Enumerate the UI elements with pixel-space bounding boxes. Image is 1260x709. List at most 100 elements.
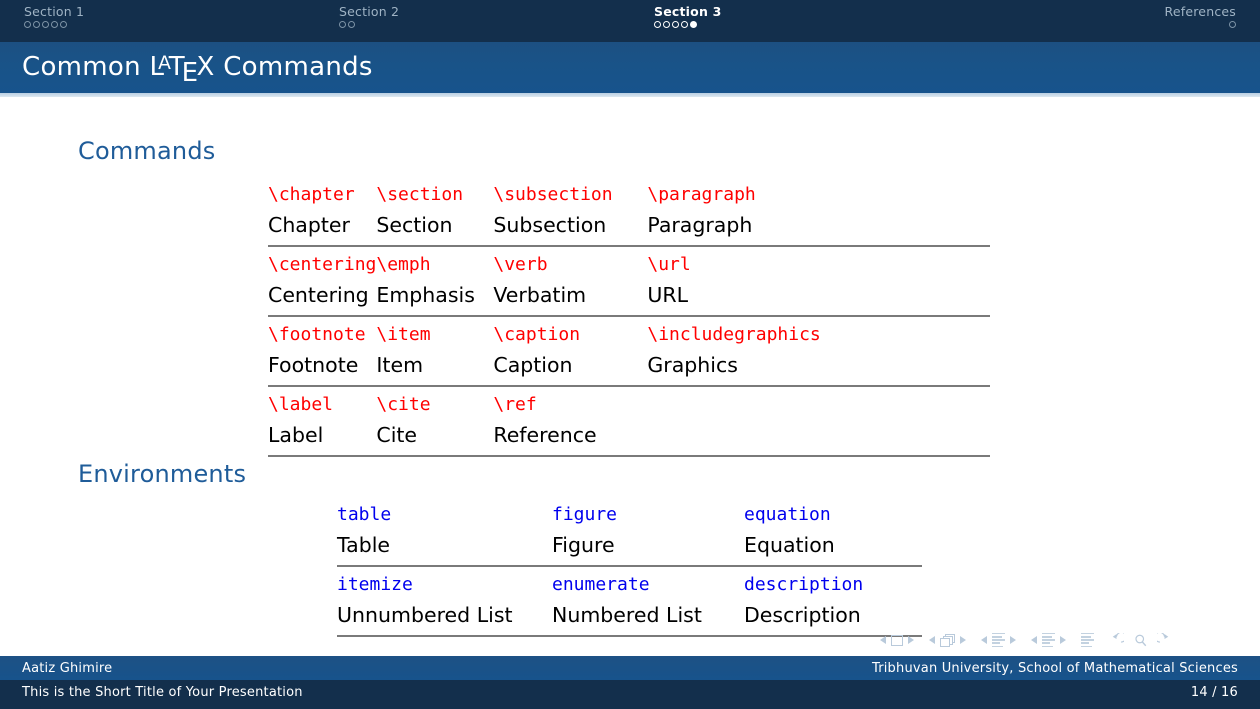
presentation-icon[interactable] xyxy=(1081,632,1094,648)
nav-section-1-slide-dots[interactable] xyxy=(24,21,315,28)
command-description: Emphasis xyxy=(376,283,475,307)
commands-block-heading: Commands xyxy=(78,137,216,165)
nav-section-references-label: References xyxy=(1164,4,1236,19)
previous-section-icon[interactable] xyxy=(1031,636,1037,644)
table-row: Unnumbered List Numbered List Descriptio… xyxy=(337,600,922,636)
previous-subsection-icon[interactable] xyxy=(981,636,987,644)
command-name: \label xyxy=(268,394,334,415)
slide-navigation-group[interactable] xyxy=(880,634,914,646)
command-description: Item xyxy=(376,353,424,377)
table-row: \label \cite \ref xyxy=(268,387,990,420)
next-section-icon[interactable] xyxy=(1060,636,1066,644)
slide-dot[interactable] xyxy=(663,21,670,28)
nav-section-2-label: Section 2 xyxy=(339,4,400,19)
previous-frame-icon[interactable] xyxy=(929,636,935,644)
subsection-navigation-group[interactable] xyxy=(981,632,1016,648)
nav-section-3[interactable]: Section 3 xyxy=(630,0,945,42)
slide-dot[interactable] xyxy=(51,21,58,28)
frame-icon[interactable] xyxy=(940,633,955,647)
command-name: \ref xyxy=(493,394,537,415)
slide-dot-current[interactable] xyxy=(690,21,697,28)
subsection-icon[interactable] xyxy=(992,632,1005,648)
command-description: Paragraph xyxy=(647,213,753,237)
back-icon[interactable] xyxy=(1109,632,1124,648)
next-frame-icon[interactable] xyxy=(960,636,966,644)
slide-dot[interactable] xyxy=(42,21,49,28)
footer-author: Aatiz Ghimire xyxy=(22,660,113,676)
command-description: Label xyxy=(268,423,324,447)
environment-description: Numbered List xyxy=(552,603,702,627)
command-description: Subsection xyxy=(493,213,607,237)
environment-description: Equation xyxy=(744,533,835,557)
environment-name: table xyxy=(337,504,392,525)
footer-short-title: This is the Short Title of Your Presenta… xyxy=(22,685,303,700)
slide-dot[interactable] xyxy=(348,21,355,28)
frame-title-suffix: Commands xyxy=(214,52,373,82)
table-row: \footnote \item \caption \includegraphic… xyxy=(268,317,990,350)
commands-table: \chapter \section \subsection \paragraph… xyxy=(268,177,990,458)
command-description xyxy=(647,420,990,456)
next-subsection-icon[interactable] xyxy=(1010,636,1016,644)
slide-content: Commands \chapter \section \subsection \… xyxy=(0,97,1260,652)
slide-dot[interactable] xyxy=(33,21,40,28)
command-name xyxy=(647,387,990,420)
slide-icon[interactable] xyxy=(891,634,903,646)
command-name: \emph xyxy=(376,254,431,275)
command-name: \paragraph xyxy=(647,184,756,205)
nav-section-3-label: Section 3 xyxy=(654,4,722,19)
command-description: Verbatim xyxy=(493,283,587,307)
environment-name: itemize xyxy=(337,574,413,595)
nav-section-1[interactable]: Section 1 xyxy=(0,0,315,42)
footer-author-bar: Aatiz Ghimire Tribhuvan University, Scho… xyxy=(0,656,1260,680)
command-name: \includegraphics xyxy=(647,324,821,345)
forward-icon[interactable] xyxy=(1157,632,1172,648)
nav-section-3-slide-dots[interactable] xyxy=(654,21,945,28)
nav-section-references-slide-dots[interactable] xyxy=(945,21,1236,28)
slide-dot[interactable] xyxy=(60,21,67,28)
table-row: Footnote Item Caption Graphics xyxy=(268,350,990,386)
environments-block-heading: Environments xyxy=(78,460,247,488)
frame-title: Common LATEX Commands xyxy=(22,52,373,88)
slide-dot[interactable] xyxy=(24,21,31,28)
table-row: table figure equation xyxy=(337,497,922,530)
command-name: \centering xyxy=(268,254,377,275)
command-name: \subsection xyxy=(493,184,613,205)
command-description: Footnote xyxy=(268,353,359,377)
environment-description: Table xyxy=(337,533,391,557)
environment-name: equation xyxy=(744,504,831,525)
miniframe-navigation-bar: Section 1 Section 2 Section 3 References xyxy=(0,0,1260,42)
section-navigation-group[interactable] xyxy=(1031,632,1066,648)
slide-dot[interactable] xyxy=(339,21,346,28)
next-slide-icon[interactable] xyxy=(908,636,914,644)
slide-dot[interactable] xyxy=(672,21,679,28)
command-description: Chapter xyxy=(268,213,350,237)
latex-logo: LATEX xyxy=(149,52,214,88)
environment-name: figure xyxy=(552,504,618,525)
previous-slide-icon[interactable] xyxy=(880,636,886,644)
slide-dot[interactable] xyxy=(681,21,688,28)
history-navigation-group[interactable] xyxy=(1109,632,1172,648)
nav-section-2[interactable]: Section 2 xyxy=(315,0,630,42)
command-name: \footnote xyxy=(268,324,366,345)
slide-dot[interactable] xyxy=(654,21,661,28)
environments-table: table figure equation Table Figure Equat… xyxy=(337,497,922,638)
presentation-navigation-group[interactable] xyxy=(1081,632,1094,648)
command-name: \cite xyxy=(376,394,431,415)
command-description: Centering xyxy=(268,283,369,307)
nav-section-references[interactable]: References xyxy=(945,0,1260,42)
frame-navigation-group[interactable] xyxy=(929,633,966,647)
nav-section-1-label: Section 1 xyxy=(24,4,85,19)
table-row: Chapter Section Subsection Paragraph xyxy=(268,210,990,246)
search-icon[interactable] xyxy=(1133,633,1148,648)
section-icon[interactable] xyxy=(1042,632,1055,648)
environment-description: Figure xyxy=(552,533,615,557)
beamer-navigation-symbols[interactable] xyxy=(880,627,1248,653)
footer-institute: Tribhuvan University, School of Mathemat… xyxy=(871,660,1238,676)
footer-page-number: 14 / 16 xyxy=(1190,685,1238,700)
command-description: Graphics xyxy=(647,353,738,377)
table-row: \chapter \section \subsection \paragraph xyxy=(268,177,990,210)
table-row: Centering Emphasis Verbatim URL xyxy=(268,280,990,316)
nav-section-2-slide-dots[interactable] xyxy=(339,21,630,28)
slide-dot[interactable] xyxy=(1229,21,1236,28)
table-row: Label Cite Reference xyxy=(268,420,990,456)
